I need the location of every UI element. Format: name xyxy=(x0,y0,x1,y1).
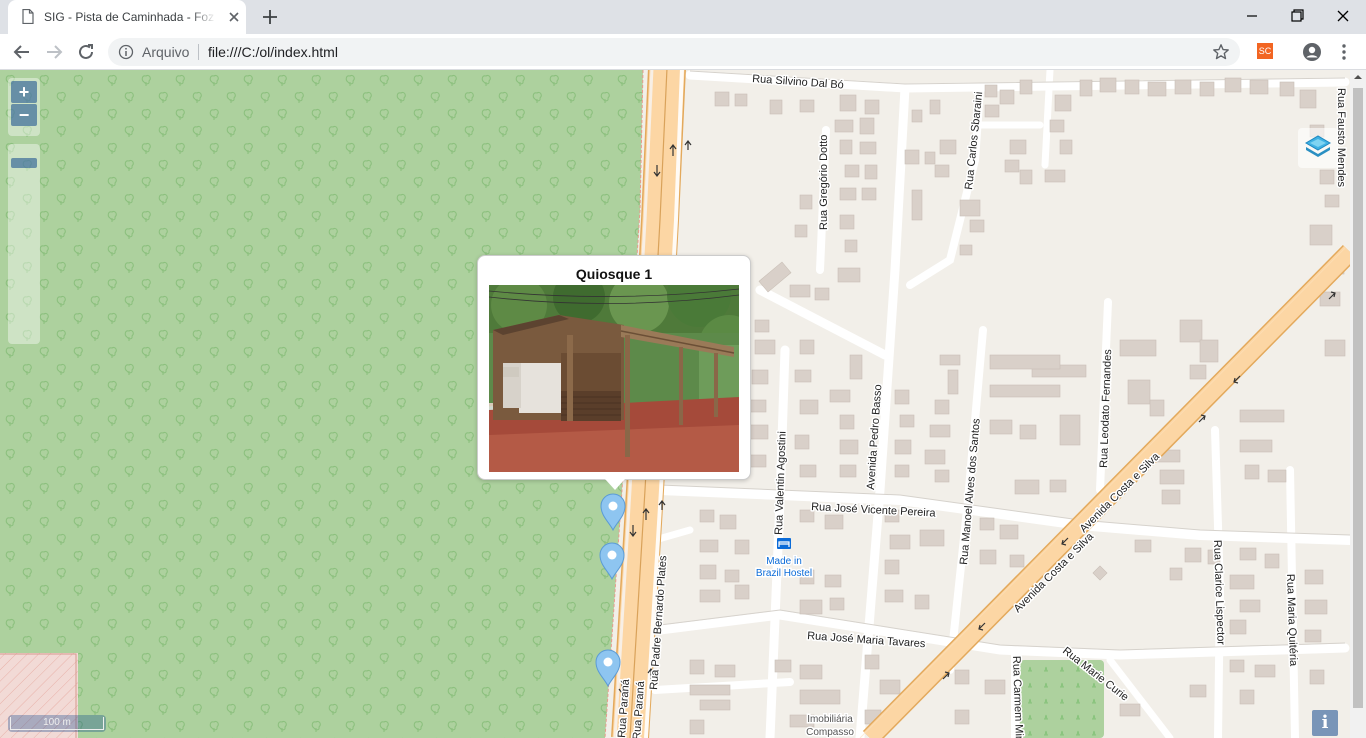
browser-toolbar: Arquivo file:///C:/ol/index.html SC xyxy=(0,34,1366,70)
address-bar[interactable]: Arquivo file:///C:/ol/index.html xyxy=(108,38,1240,66)
zoom-slider[interactable] xyxy=(8,144,40,344)
street-label: Rua Valentin Agostini xyxy=(773,431,789,535)
browser-titlebar: SIG - Pista de Caminhada - Foz do Iguaçu xyxy=(0,0,1366,34)
address-scheme-label: Arquivo xyxy=(142,44,190,60)
street-label: Rua Padre Bernardo Plates xyxy=(648,555,669,691)
street-label: Avenida Pedro Basso xyxy=(865,384,884,490)
street-label: Rua Carmem Miranda xyxy=(1010,656,1026,738)
popup-title: Quiosque 1 xyxy=(575,266,653,282)
new-tab-plus-icon[interactable] xyxy=(260,7,280,27)
map-viewport[interactable]: Rua Silvino Dal Bó Rua Fausto Mendes Rua… xyxy=(0,70,1366,738)
street-label: Rua Manoel Alves dos Santos xyxy=(958,418,983,566)
location-marker-icon[interactable] xyxy=(599,493,627,531)
profile-avatar-icon[interactable] xyxy=(1302,42,1322,62)
location-marker-icon[interactable] xyxy=(594,649,622,687)
street-label: Rua Marie Curie xyxy=(1060,645,1131,704)
minimize-window-icon[interactable] xyxy=(1238,4,1266,28)
street-label: Rua José Maria Tavares xyxy=(807,630,926,650)
zoom-out-button[interactable]: − xyxy=(11,104,37,126)
hostel-poi[interactable]: Made in Brazil Hostel xyxy=(754,538,814,581)
scroll-up-arrow-icon[interactable] xyxy=(1350,70,1366,84)
address-separator xyxy=(198,44,199,60)
location-marker-icon[interactable] xyxy=(598,542,626,580)
back-arrow-icon[interactable] xyxy=(10,40,34,64)
layer-switcher-button[interactable] xyxy=(1298,128,1338,168)
scale-line: 100 m xyxy=(8,715,106,732)
street-label: Rua Gregório Dotto xyxy=(818,135,830,230)
feature-popup: Quiosque 1 xyxy=(477,255,751,490)
street-label: Rua Carlos Sbaraini xyxy=(963,91,985,190)
browser-menu-icon[interactable] xyxy=(1336,42,1352,62)
zoom-control: + − xyxy=(8,78,40,136)
tab-title: SIG - Pista de Caminhada - Foz do Iguaçu xyxy=(44,10,216,24)
document-icon xyxy=(22,9,34,24)
close-window-icon[interactable] xyxy=(1329,4,1357,28)
browser-tab[interactable]: SIG - Pista de Caminhada - Foz do Iguaçu xyxy=(8,0,246,34)
zoom-in-button[interactable]: + xyxy=(11,81,37,103)
zoom-slider-thumb[interactable] xyxy=(11,158,37,168)
street-label: Rua Clarice Lispector xyxy=(1211,540,1227,646)
poi-label: Imobiliária xyxy=(807,714,853,725)
poi-label: Brazil Hostel xyxy=(756,568,812,579)
restore-window-icon[interactable] xyxy=(1283,4,1311,28)
street-label: Rua Silvino Dal Bó xyxy=(752,73,844,91)
layers-icon xyxy=(1305,135,1331,157)
street-label: Rua Paraná xyxy=(631,680,647,738)
bookmark-star-icon[interactable] xyxy=(1212,43,1230,61)
scrollbar-thumb[interactable] xyxy=(1353,88,1363,708)
poi-label: Made in xyxy=(766,556,802,567)
forward-arrow-icon[interactable] xyxy=(42,40,66,64)
attribution-info-button[interactable]: i xyxy=(1312,710,1338,736)
page-scrollbar[interactable] xyxy=(1350,70,1366,738)
street-label: Rua Maria Quitéria xyxy=(1284,574,1299,668)
street-label: Rua José Vicente Pereira xyxy=(811,501,937,520)
close-tab-icon[interactable] xyxy=(226,9,242,25)
extension-icon[interactable]: SC xyxy=(1257,43,1273,59)
street-label: Avenida Costa e Silva xyxy=(1012,530,1097,615)
site-info-icon[interactable] xyxy=(118,44,134,60)
address-url[interactable]: file:///C:/ol/index.html xyxy=(208,44,338,60)
reload-icon[interactable] xyxy=(74,40,98,64)
street-label: Avenida Costa e Silva xyxy=(1078,450,1163,535)
kiosk-photo xyxy=(489,285,739,472)
poi-label: Compasso xyxy=(806,727,854,738)
street-label: Rua Leodato Fernandes xyxy=(1098,349,1114,468)
scale-label: 100 m xyxy=(10,717,104,730)
